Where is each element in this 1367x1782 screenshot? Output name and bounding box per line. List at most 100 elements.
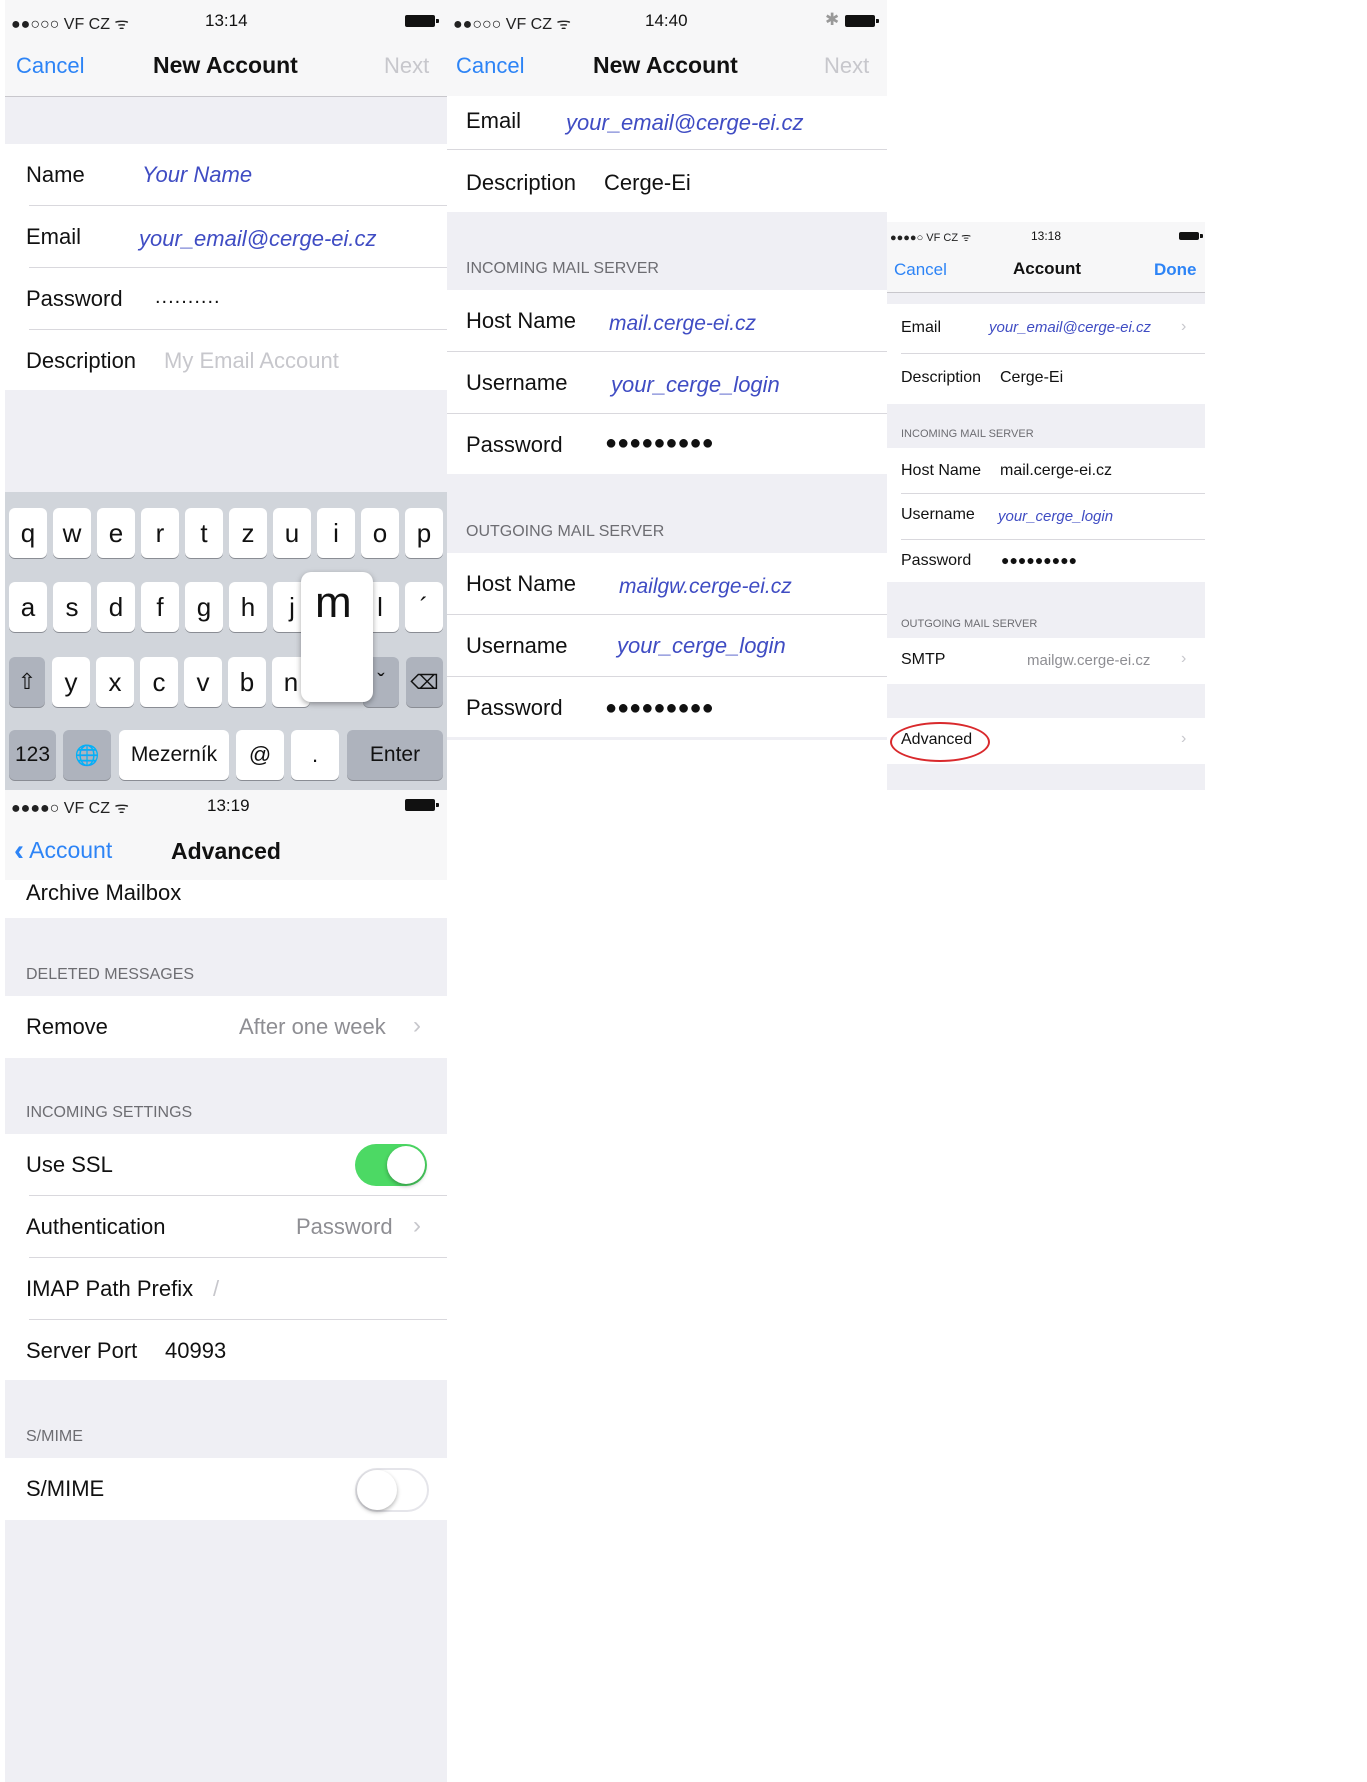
globe-icon[interactable]: 🌐 <box>63 730 111 780</box>
archive-mailbox-row[interactable]: Archive Mailbox <box>5 880 447 918</box>
key-b[interactable]: b <box>228 657 266 707</box>
smime-toggle[interactable] <box>355 1468 429 1512</box>
username-label: Username <box>466 370 568 395</box>
key-x[interactable]: x <box>96 657 134 707</box>
email-row[interactable]: Email your_email@cerge-ei.cz <box>447 96 887 150</box>
username-field[interactable]: your_cerge_login <box>617 633 786 659</box>
cancel-button[interactable]: Cancel <box>894 260 947 280</box>
authentication-row[interactable]: Authentication Password › <box>5 1196 447 1258</box>
shift-key[interactable]: ⇧ <box>9 657 45 707</box>
server-port-row[interactable]: Server Port 40993 <box>5 1320 447 1380</box>
key-p[interactable]: p <box>405 508 443 558</box>
outgoing-host-row[interactable]: Host Name mailgw.cerge-ei.cz <box>447 553 887 615</box>
key-c[interactable]: c <box>140 657 178 707</box>
outgoing-username-row[interactable]: Username your_cerge_login <box>447 615 887 677</box>
host-value[interactable]: mail.cerge-ei.cz <box>1000 462 1112 480</box>
description-label: Description <box>466 170 577 195</box>
key-u[interactable]: u <box>273 508 311 558</box>
password-field[interactable]: .......... <box>155 286 221 309</box>
backspace-key[interactable]: ⌫ <box>406 657 443 707</box>
email-field[interactable]: your_email@cerge-ei.cz <box>566 110 804 136</box>
password-row[interactable]: Password .......... <box>5 268 447 330</box>
username-row[interactable]: Username your_cerge_login <box>887 494 1205 540</box>
host-field[interactable]: mail.cerge-ei.cz <box>609 312 756 336</box>
key-accent[interactable]: ´ <box>405 582 443 632</box>
next-button[interactable]: Next <box>384 53 429 79</box>
chevron-right-icon: › <box>413 1012 421 1039</box>
username-value[interactable]: your_cerge_login <box>998 508 1113 525</box>
description-row[interactable]: Description My Email Account <box>5 330 447 390</box>
key-q[interactable]: q <box>9 508 47 558</box>
description-field[interactable]: My Email Account <box>164 348 339 374</box>
email-value: your_email@cerge-ei.cz <box>989 319 1151 336</box>
enter-key[interactable]: Enter <box>347 730 443 780</box>
cancel-button[interactable]: Cancel <box>456 53 524 79</box>
password-label: Password <box>466 695 563 720</box>
archive-mailbox-label: Archive Mailbox <box>26 880 182 905</box>
panel-account-summary: ●●●●○ VF CZ ᯤ 13:18 Cancel Account Done … <box>887 222 1205 790</box>
clock: 13:19 <box>207 796 250 815</box>
host-row[interactable]: Host Name mail.cerge-ei.cz <box>887 448 1205 494</box>
name-field[interactable]: Your Name <box>142 162 252 188</box>
back-button[interactable]: ‹ Account <box>14 834 112 868</box>
password-row[interactable]: Password ●●●●●●●●● <box>887 540 1205 582</box>
at-key[interactable]: @ <box>236 730 284 780</box>
description-value[interactable]: Cerge-Ei <box>1000 369 1063 387</box>
host-label: Host Name <box>466 308 577 333</box>
key-o[interactable]: o <box>361 508 399 558</box>
password-label: Password <box>26 286 123 311</box>
key-d[interactable]: d <box>97 582 135 632</box>
incoming-username-row[interactable]: Username your_cerge_login <box>447 352 887 414</box>
smtp-row[interactable]: SMTP mailgw.cerge-ei.cz › <box>887 638 1205 684</box>
key-g[interactable]: g <box>185 582 223 632</box>
imap-path-prefix-field[interactable]: / <box>213 1276 219 1302</box>
key-t[interactable]: t <box>185 508 223 558</box>
description-row[interactable]: Description Cerge-Ei <box>447 150 887 212</box>
key-y[interactable]: y <box>52 657 90 707</box>
numbers-key[interactable]: 123 <box>9 730 56 780</box>
remove-label: Remove <box>26 1014 108 1039</box>
key-v[interactable]: v <box>184 657 222 707</box>
username-field[interactable]: your_cerge_login <box>611 372 780 398</box>
password-field[interactable]: ●●●●●●●●● <box>605 697 714 720</box>
key-r[interactable]: r <box>141 508 179 558</box>
battery-icon <box>845 15 879 27</box>
description-row[interactable]: Description Cerge-Ei <box>887 354 1205 404</box>
password-field[interactable]: ●●●●●●●●● <box>605 432 714 455</box>
key-a[interactable]: a <box>9 582 47 632</box>
name-row[interactable]: Name Your Name <box>5 144 447 206</box>
description-field[interactable]: Cerge-Ei <box>604 170 691 196</box>
host-field[interactable]: mailgw.cerge-ei.cz <box>619 575 792 599</box>
incoming-password-row[interactable]: Password ●●●●●●●●● <box>447 414 887 474</box>
smime-header: S/MIME <box>26 1428 83 1445</box>
cancel-button[interactable]: Cancel <box>16 53 84 79</box>
key-i[interactable]: i <box>317 508 355 558</box>
email-field[interactable]: your_email@cerge-ei.cz <box>139 226 377 252</box>
email-row[interactable]: Email your_email@cerge-ei.cz <box>5 206 447 268</box>
email-row[interactable]: Email your_email@cerge-ei.cz › <box>887 304 1205 354</box>
imap-path-prefix-row[interactable]: IMAP Path Prefix / <box>5 1258 447 1320</box>
done-button[interactable]: Done <box>1154 260 1197 280</box>
password-label: Password <box>901 552 972 569</box>
space-key[interactable]: Mezerník <box>119 730 229 780</box>
advanced-row[interactable]: Advanced › <box>887 718 1205 764</box>
email-label: Email <box>26 224 82 249</box>
carrier-signal: ●●○○○ VF CZ ᯤ <box>11 16 130 33</box>
key-s[interactable]: s <box>53 582 91 632</box>
key-w[interactable]: w <box>53 508 91 558</box>
key-h[interactable]: h <box>229 582 267 632</box>
chevron-right-icon: › <box>1181 730 1187 747</box>
remove-value: After one week <box>239 1014 386 1039</box>
dot-key[interactable]: . <box>291 730 339 780</box>
key-f[interactable]: f <box>141 582 179 632</box>
key-e[interactable]: e <box>97 508 135 558</box>
use-ssl-label: Use SSL <box>26 1152 113 1177</box>
incoming-host-row[interactable]: Host Name mail.cerge-ei.cz <box>447 290 887 352</box>
server-port-field[interactable]: 40993 <box>165 1338 226 1364</box>
outgoing-password-row[interactable]: Password ●●●●●●●●● <box>447 677 887 737</box>
next-button[interactable]: Next <box>824 53 869 79</box>
key-z[interactable]: z <box>229 508 267 558</box>
password-value[interactable]: ●●●●●●●●● <box>1001 552 1077 568</box>
remove-row[interactable]: Remove After one week › <box>5 996 447 1058</box>
use-ssl-toggle[interactable] <box>355 1144 427 1186</box>
